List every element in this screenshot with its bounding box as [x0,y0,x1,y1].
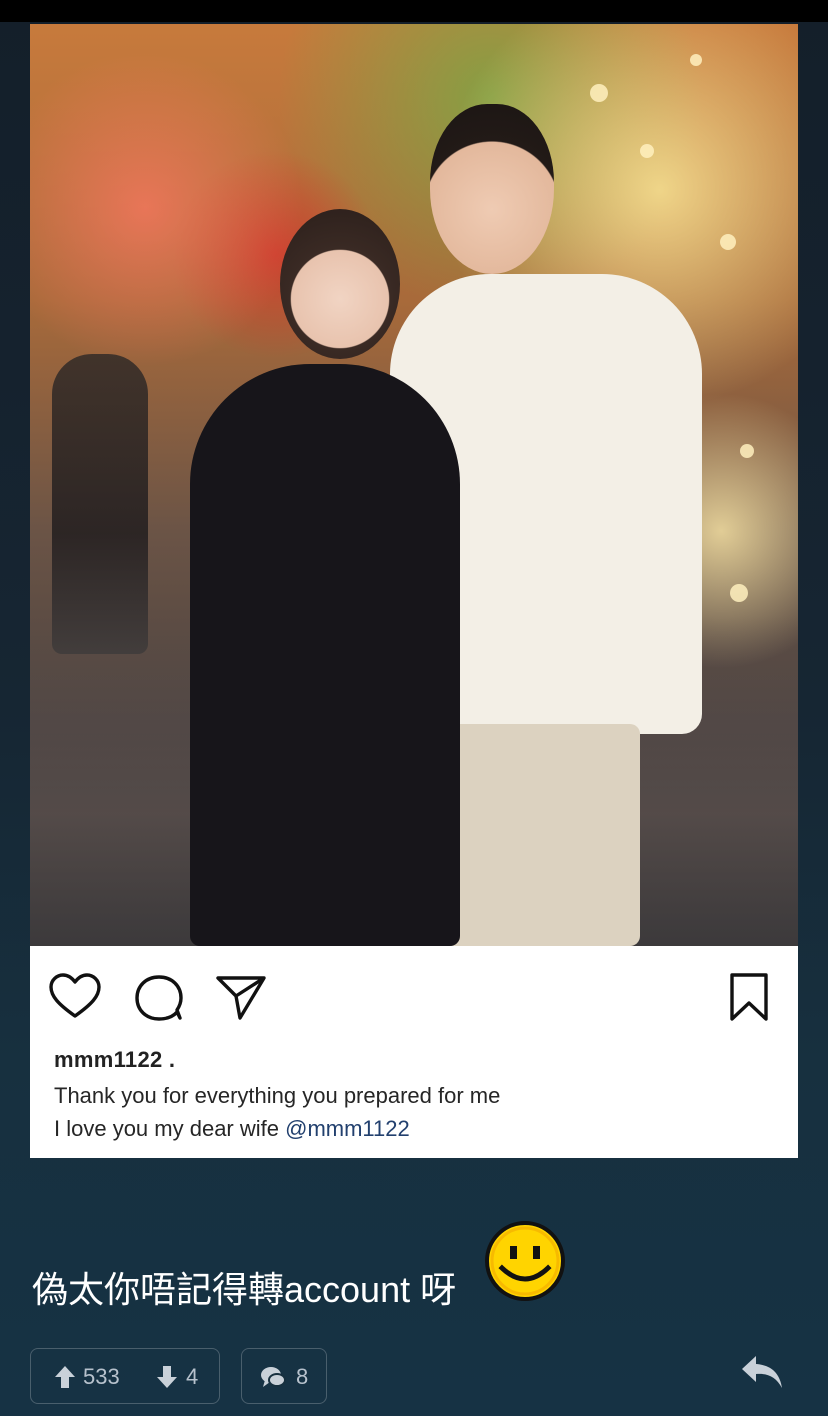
woman-dress [190,364,460,946]
comment-count: 8 [296,1364,309,1389]
smiley-emoji [485,1221,565,1301]
caption-line-1: Thank you for everything you prepared fo… [54,1083,501,1108]
reply-icon[interactable] [740,1354,784,1390]
caption-mention-link[interactable]: @mmm1122 [285,1116,410,1141]
arrow-down-icon[interactable] [155,1364,179,1390]
man-head [430,104,554,274]
caption-username[interactable]: mmm1122 . [54,1046,774,1074]
upvote-count: 533 [83,1364,120,1389]
send-icon[interactable] [214,972,268,1022]
comment-icon[interactable] [132,972,186,1022]
post-actions-row [30,946,798,1046]
bookmark-icon[interactable] [724,972,774,1022]
instagram-post-card: mmm1122 . Thank you for everything you p… [30,24,798,1158]
heart-icon[interactable] [48,972,102,1022]
vote-controls: 533 4 [30,1348,220,1404]
caption-line-2: I love you my dear wife @mmm1122 [54,1112,774,1145]
bokeh-light [590,84,608,102]
status-bar [0,0,828,22]
caption-line-2-text: I love you my dear wife [54,1116,286,1141]
bokeh-light [690,54,702,66]
comments-button[interactable]: 8 [241,1348,327,1404]
couple-photo[interactable] [30,24,798,946]
downvote-count: 4 [186,1364,199,1389]
bokeh-light [740,444,754,458]
woman-head [280,209,400,359]
chat-bubbles-icon [261,1367,286,1387]
comment-text: 偽太你唔記得轉account 呀 [32,1269,457,1310]
bokeh-light [640,144,654,158]
bokeh-light [720,234,736,250]
arrow-up-icon[interactable] [53,1364,77,1390]
post-caption: mmm1122 . Thank you for everything you p… [54,1046,774,1145]
passerby-figure [52,354,148,654]
bokeh-light [730,584,748,602]
